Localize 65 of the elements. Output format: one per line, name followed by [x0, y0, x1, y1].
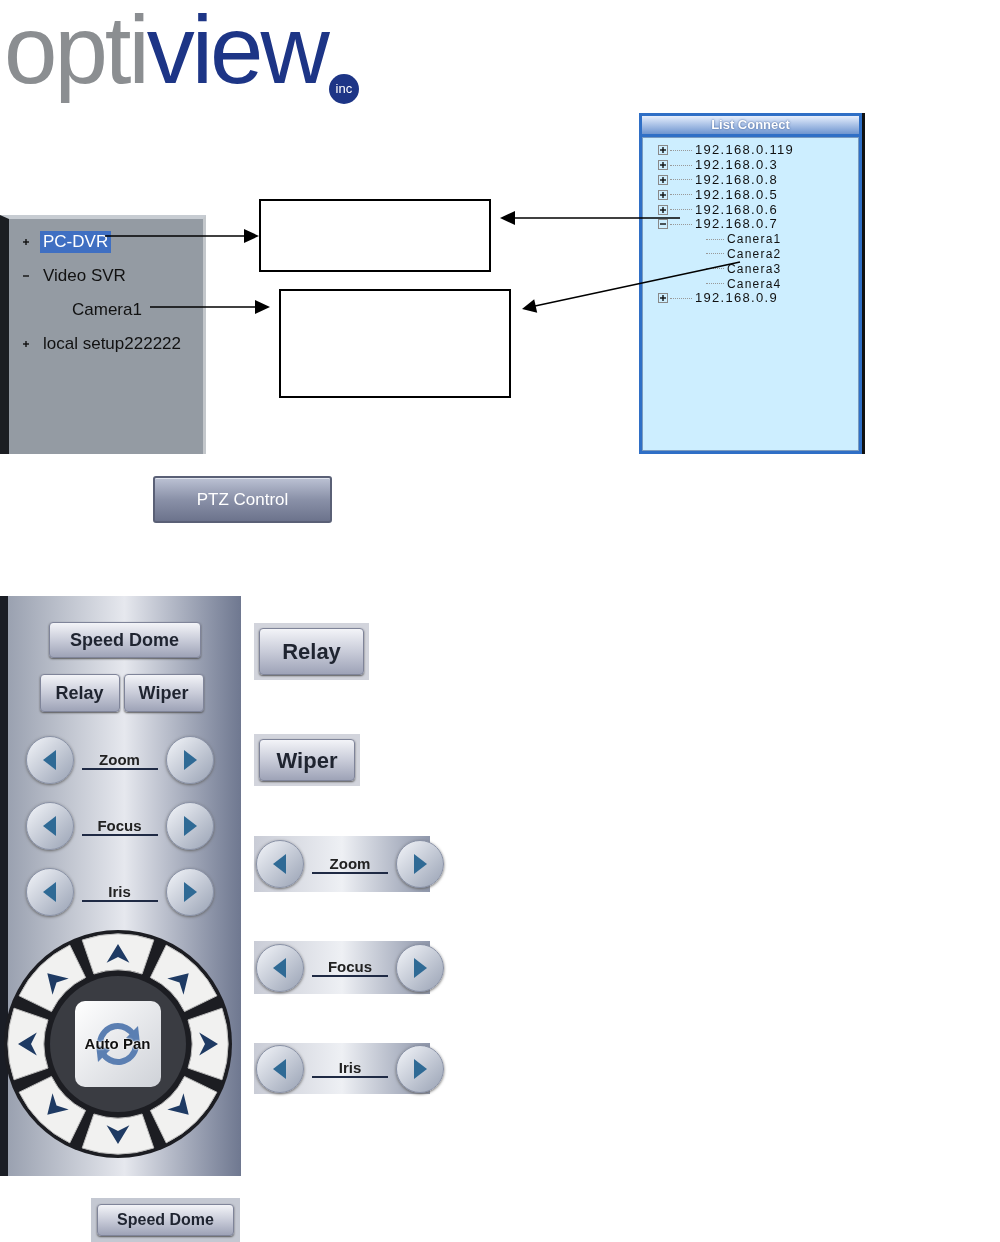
tree-item[interactable]: 192.168.0.3 — [695, 158, 778, 173]
example-button[interactable]: Relay — [259, 628, 364, 675]
expand-icon[interactable] — [21, 237, 31, 247]
expand-icon[interactable] — [658, 175, 668, 185]
panel-button[interactable]: Relay — [39, 674, 120, 712]
expand-icon[interactable] — [658, 189, 668, 200]
left-arrow-button[interactable] — [25, 802, 74, 850]
direction-button[interactable] — [187, 1007, 228, 1081]
left-arrow-button[interactable] — [256, 840, 304, 888]
left-triangle-icon — [271, 955, 289, 980]
control-label: Iris — [81, 882, 158, 902]
tree-item[interactable]: Canera1 — [727, 232, 782, 247]
direction-button[interactable] — [81, 933, 154, 975]
tree-item[interactable]: 192.168.0.8 — [695, 173, 778, 187]
right-arrow-button[interactable] — [396, 943, 444, 992]
tree-item[interactable]: Camera1 — [69, 299, 145, 321]
expand-icon[interactable] — [658, 160, 668, 171]
collapse-icon[interactable] — [658, 219, 668, 230]
control-label: Zoom — [312, 854, 388, 874]
left-arrow-button[interactable] — [25, 736, 74, 784]
expand-icon[interactable] — [21, 339, 31, 349]
tree-item[interactable]: Canera3 — [727, 261, 782, 276]
control-label: Focus — [81, 816, 158, 836]
right-arrow-button[interactable] — [396, 1044, 444, 1093]
left-triangle-icon — [271, 1056, 289, 1081]
tree-item[interactable]: 192.168.0.7 — [695, 217, 778, 232]
tree-item[interactable]: local setup222222 — [40, 333, 184, 355]
right-triangle-icon — [411, 955, 429, 980]
direction-button[interactable] — [149, 1075, 217, 1144]
tree-item[interactable]: 192.168.0.6 — [695, 202, 778, 217]
example-button[interactable]: Wiper — [259, 739, 355, 781]
direction-button[interactable] — [81, 1113, 154, 1155]
tree-item[interactable]: 192.168.0.5 — [695, 187, 778, 202]
speed-dome-button[interactable]: Speed Dome — [97, 1204, 234, 1236]
right-triangle-icon — [411, 1056, 429, 1081]
direction-button[interactable] — [18, 1075, 86, 1144]
right-arrow-button[interactable] — [165, 736, 214, 784]
panel-button[interactable]: Wiper — [123, 674, 204, 712]
left-arrow-button[interactable] — [25, 868, 74, 916]
control-label: Focus — [312, 958, 388, 977]
expand-icon[interactable] — [658, 204, 668, 215]
control-label: Iris — [312, 1059, 388, 1078]
tree-item[interactable]: Canera2 — [727, 246, 782, 261]
control-label: Zoom — [81, 750, 158, 770]
expand-icon[interactable] — [658, 145, 668, 156]
panel-title: List Connect — [642, 116, 859, 134]
tree-item[interactable]: Video SVR — [40, 265, 129, 287]
tree-item[interactable]: PC-DVR — [40, 231, 112, 253]
speed-dome-button[interactable]: Speed Dome — [48, 622, 201, 658]
left-arrow-button[interactable] — [256, 943, 304, 992]
expand-icon[interactable] — [658, 293, 668, 304]
left-arrow-button[interactable] — [256, 1044, 304, 1093]
direction-button[interactable] — [18, 944, 86, 1013]
direction-button[interactable] — [149, 944, 217, 1013]
tree-item[interactable]: 192.168.0.9 — [695, 291, 778, 306]
left-triangle-icon — [271, 852, 289, 876]
auto-pan-button[interactable]: Auto Pan — [74, 1001, 161, 1087]
tree-item[interactable]: 192.168.0.119 — [695, 143, 795, 158]
direction-button[interactable] — [7, 1007, 48, 1081]
right-arrow-button[interactable] — [165, 802, 214, 850]
tree-item[interactable]: Canera4 — [727, 276, 782, 291]
right-arrow-button[interactable] — [396, 840, 444, 888]
right-arrow-button[interactable] — [165, 868, 214, 916]
logo-badge: inc — [328, 74, 359, 104]
right-triangle-icon — [411, 852, 429, 876]
